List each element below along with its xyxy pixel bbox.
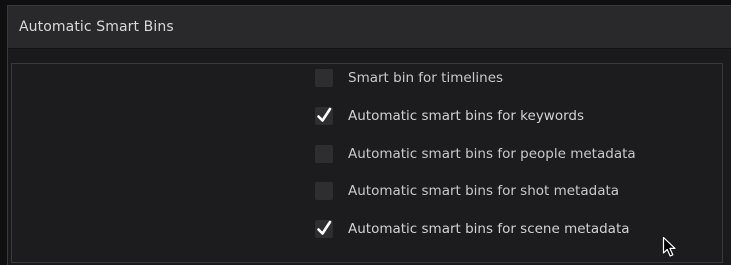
checkmark-icon — [317, 107, 332, 122]
option-label: Automatic smart bins for shot metadata — [348, 183, 620, 199]
option-smart-bins-scene[interactable]: Automatic smart bins for scene metadata — [315, 218, 630, 240]
smart-bin-timelines-checkbox[interactable] — [315, 69, 333, 87]
smart-bins-keywords-checkbox[interactable] — [315, 107, 333, 125]
panel-title: Automatic Smart Bins — [19, 19, 174, 35]
automatic-smart-bins-panel: Automatic Smart Bins Smart bin for timel… — [7, 5, 731, 265]
checkmark-icon — [317, 220, 332, 235]
option-label: Automatic smart bins for scene metadata — [348, 221, 630, 237]
panel-header: Automatic Smart Bins — [8, 6, 731, 49]
mouse-pointer-icon — [662, 236, 676, 257]
option-smart-bins-people[interactable]: Automatic smart bins for people metadata — [315, 143, 636, 165]
option-smart-bin-timelines[interactable]: Smart bin for timelines — [315, 67, 503, 89]
smart-bins-shot-checkbox[interactable] — [315, 182, 333, 200]
option-smart-bins-shot[interactable]: Automatic smart bins for shot metadata — [315, 180, 619, 202]
option-smart-bins-keywords[interactable]: Automatic smart bins for keywords — [315, 105, 584, 127]
option-label: Automatic smart bins for keywords — [348, 108, 585, 124]
smart-bins-people-checkbox[interactable] — [315, 145, 333, 163]
option-label: Automatic smart bins for people metadata — [348, 146, 636, 162]
option-label: Smart bin for timelines — [348, 70, 504, 86]
smart-bins-scene-checkbox[interactable] — [315, 220, 333, 238]
